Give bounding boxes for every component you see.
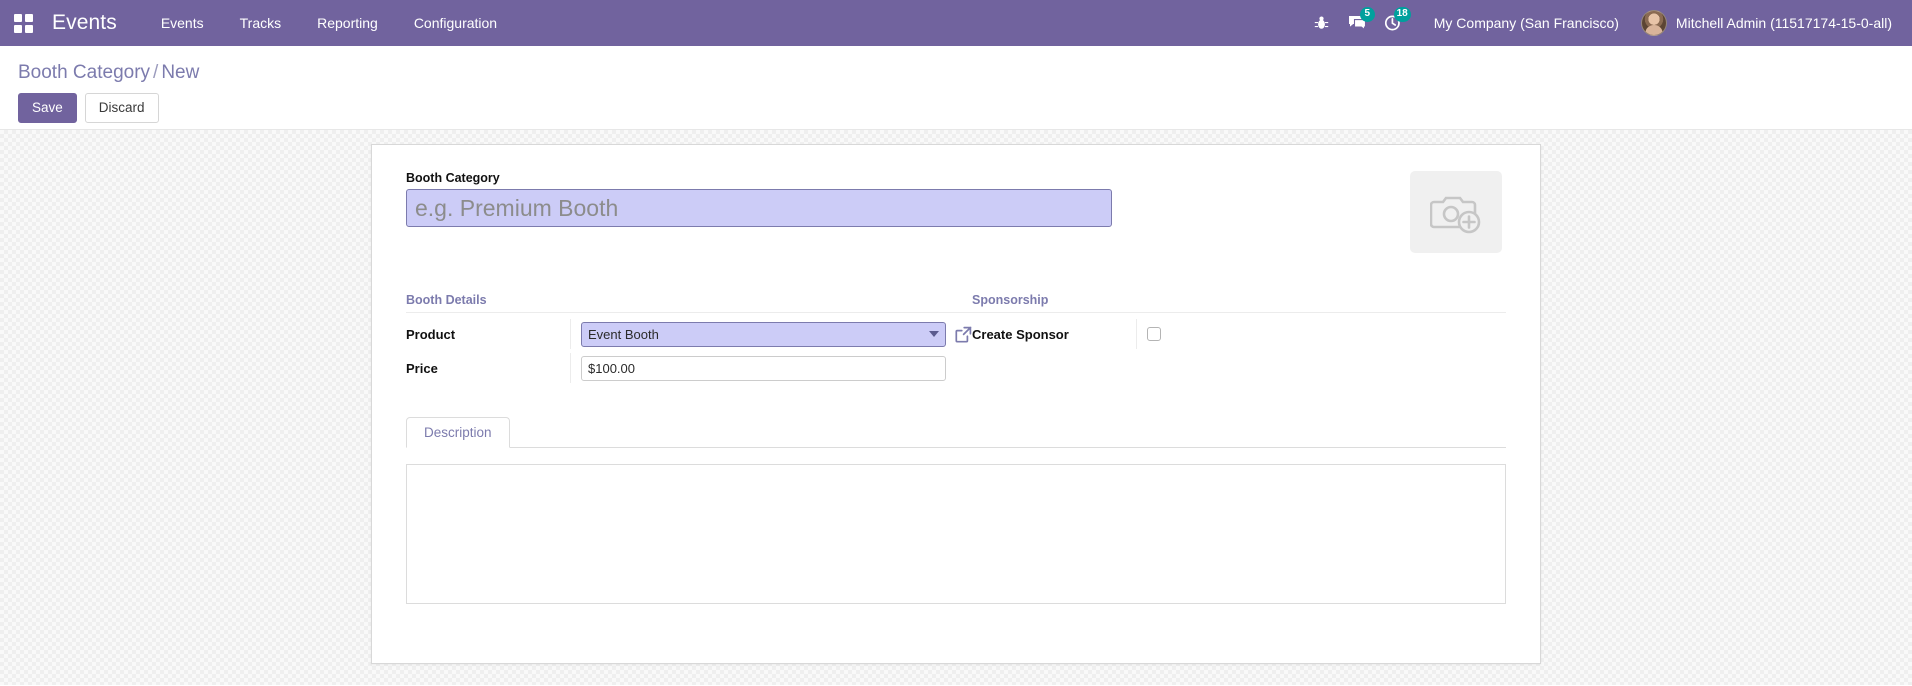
messages-badge: 5: [1359, 7, 1375, 22]
user-name-label: Mitchell Admin (11517174-15-0-all): [1675, 15, 1892, 31]
apps-menu-button[interactable]: [0, 0, 46, 46]
app-brand-events[interactable]: Events: [46, 11, 143, 35]
camera-add-icon: [1430, 196, 1481, 234]
title-block: Booth Category: [406, 171, 1410, 227]
menu-item-events[interactable]: Events: [143, 0, 222, 46]
group-booth-details: Booth Details Product Event Booth Price …: [406, 293, 972, 385]
group-title-booth-details: Booth Details: [406, 293, 972, 313]
price-input[interactable]: [581, 355, 946, 381]
form-sheet: Booth Category Booth Details Product: [371, 144, 1541, 664]
bug-icon: [1315, 16, 1329, 29]
breadcrumb-separator: /: [153, 62, 159, 83]
messages-button[interactable]: 5: [1340, 0, 1376, 46]
field-row-create-sponsor: Create Sponsor: [972, 317, 1506, 351]
activities-badge: 18: [1393, 7, 1411, 22]
group-sponsorship: Sponsorship Create Sponsor: [972, 293, 1506, 385]
breadcrumb-root[interactable]: Booth Category: [18, 62, 150, 83]
user-menu[interactable]: Mitchell Admin (11517174-15-0-all): [1635, 10, 1904, 36]
discard-button[interactable]: Discard: [84, 93, 159, 123]
internal-link-icon[interactable]: [955, 326, 972, 343]
product-input[interactable]: [581, 321, 946, 347]
notebook: Description: [406, 417, 1506, 604]
apps-grid-icon: [13, 13, 33, 33]
avatar: [1640, 10, 1667, 36]
control-panel: Booth Category / New Save Discard: [0, 46, 1912, 130]
menu-item-reporting[interactable]: Reporting: [299, 0, 396, 46]
debug-bug-button[interactable]: [1304, 0, 1340, 46]
field-groups: Booth Details Product Event Booth Price …: [406, 293, 1506, 385]
notebook-tabs: Description: [406, 417, 1506, 448]
create-sponsor-label: Create Sponsor: [972, 326, 1069, 342]
breadcrumb: Booth Category / New: [18, 62, 1912, 84]
field-row-price: Price: [406, 351, 972, 385]
field-row-product: Product: [406, 317, 972, 351]
booth-category-label: Booth Category: [406, 171, 500, 185]
create-sponsor-value-cell: [1136, 319, 1506, 349]
group-title-sponsorship: Sponsorship: [972, 293, 1506, 313]
menu-item-configuration[interactable]: Configuration: [396, 0, 515, 46]
title-row: Booth Category: [406, 171, 1506, 253]
top-navbar: Events Events Tracks Reporting Configura…: [0, 0, 1912, 46]
breadcrumb-current: New: [161, 62, 200, 83]
company-switcher[interactable]: My Company (San Francisco): [1412, 15, 1635, 31]
navbar-right: 5 18 My Company (San Francisco) Mitchell…: [1304, 0, 1912, 46]
image-upload-placeholder[interactable]: [1410, 171, 1502, 253]
tab-description[interactable]: Description: [406, 417, 510, 448]
price-label: Price: [406, 360, 438, 376]
main-menu: Events Tracks Reporting Configuration: [143, 0, 515, 46]
product-select-wrap: [581, 321, 946, 347]
product-value-cell: [570, 319, 972, 349]
booth-category-input[interactable]: [406, 189, 1112, 227]
form-action-buttons: Save Discard: [18, 93, 1912, 123]
product-label: Product: [406, 326, 456, 342]
price-value-cell: [570, 353, 972, 383]
save-button[interactable]: Save: [18, 93, 77, 123]
content-area: Booth Category Booth Details Product: [0, 130, 1912, 685]
create-sponsor-checkbox[interactable]: [1147, 327, 1161, 341]
menu-item-tracks[interactable]: Tracks: [222, 0, 299, 46]
activities-button[interactable]: 18: [1376, 0, 1412, 46]
description-editor[interactable]: [406, 464, 1506, 604]
